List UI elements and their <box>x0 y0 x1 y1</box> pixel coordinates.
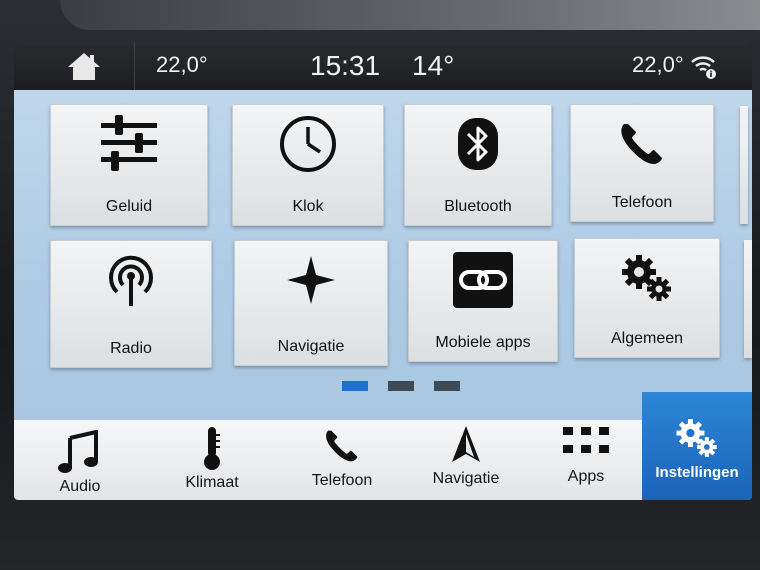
passenger-temperature[interactable]: 22,0° <box>632 52 684 78</box>
thermometer-icon <box>200 426 224 470</box>
tile-bluetooth[interactable]: Bluetooth <box>404 104 552 226</box>
nav-label: Audio <box>59 478 101 495</box>
tile-mobiele-apps[interactable]: Mobiele apps <box>408 240 558 362</box>
tile-klok[interactable]: Klok <box>232 104 384 226</box>
nav-label: Klimaat <box>185 474 239 491</box>
page-dot-1[interactable] <box>342 381 368 391</box>
compass-star-icon <box>285 248 337 312</box>
nav-audio[interactable]: Audio <box>20 420 140 500</box>
clock-time: 15:31 <box>310 50 381 81</box>
music-note-icon <box>58 430 102 474</box>
tile-label: Radio <box>110 340 152 357</box>
nav-apps[interactable]: Apps <box>526 410 646 490</box>
clock-icon <box>278 112 338 176</box>
home-button[interactable] <box>34 42 135 90</box>
tile-label: Navigatie <box>277 338 345 355</box>
next-page-tile-edge <box>740 106 748 224</box>
page-dot-3[interactable] <box>434 381 460 391</box>
tile-label: Geluid <box>105 198 153 215</box>
tile-navigatie[interactable]: Navigatie <box>234 240 388 366</box>
tile-label: Bluetooth <box>444 198 512 215</box>
infotainment-screen: 22,0° 15:31 14° 22,0° Geluid Klok Blueto… <box>14 42 752 500</box>
wifi-icon <box>691 56 716 79</box>
tile-label: Klok <box>292 198 324 215</box>
tile-telefoon[interactable]: Telefoon <box>570 104 714 222</box>
next-page-tile-edge <box>744 240 752 358</box>
bluetooth-icon <box>456 112 500 176</box>
bezel-highlight <box>60 0 760 30</box>
status-bar: 22,0° 15:31 14° 22,0° <box>14 42 752 90</box>
radio-antenna-icon <box>103 248 159 312</box>
settings-panel: Geluid Klok Bluetooth Telefoon Radio Nav… <box>14 90 752 420</box>
page-indicator <box>342 381 460 391</box>
tile-label: Algemeen <box>610 330 684 347</box>
navigation-arrow-icon <box>450 422 482 466</box>
nav-instellingen[interactable]: Instellingen <box>642 392 752 500</box>
link-icon <box>453 248 513 312</box>
phone-icon <box>322 424 362 468</box>
nav-klimaat[interactable]: Klimaat <box>152 416 272 496</box>
tile-label: Telefoon <box>611 194 673 211</box>
phone-icon <box>616 112 668 176</box>
nav-label: Apps <box>567 468 605 485</box>
tile-algemeen[interactable]: Algemeen <box>574 238 720 358</box>
outside-temperature: 14° <box>412 50 455 81</box>
sliders-icon <box>99 112 159 176</box>
home-icon <box>68 53 100 80</box>
nav-label: Navigatie <box>432 470 500 487</box>
driver-temperature[interactable]: 22,0° <box>156 52 208 78</box>
nav-telefoon[interactable]: Telefoon <box>282 414 402 494</box>
page-dot-2[interactable] <box>388 381 414 391</box>
nav-label: Telefoon <box>311 472 373 489</box>
gears-icon <box>619 246 675 310</box>
tile-label: Mobiele apps <box>435 334 531 351</box>
tile-geluid[interactable]: Geluid <box>50 104 208 226</box>
tile-radio[interactable]: Radio <box>50 240 212 368</box>
nav-navigatie[interactable]: Navigatie <box>406 412 526 492</box>
nav-label: Instellingen <box>655 464 739 481</box>
bottom-nav-bar: Audio Klimaat Telefoon Navigatie Apps In… <box>14 392 752 500</box>
apps-grid-icon <box>563 420 609 464</box>
gears-icon <box>674 416 720 460</box>
